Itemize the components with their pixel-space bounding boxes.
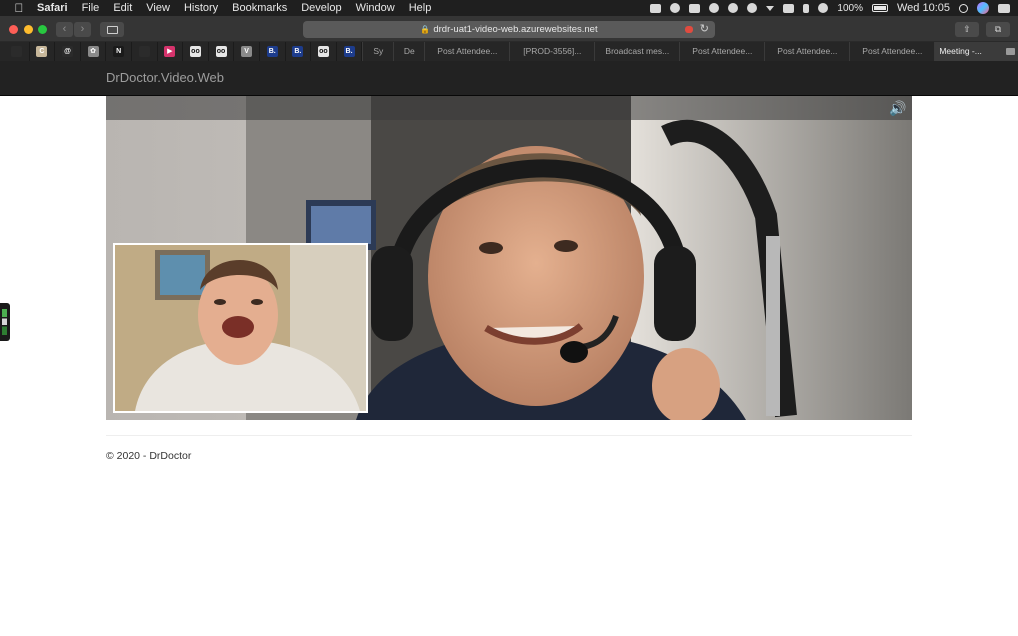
address-bar-url: drdr-uat1-video-web.azurewebsites.net [433,24,598,35]
tab[interactable]: Broadcast mes... [594,42,679,61]
volume-icon[interactable]: 🔊 [887,98,909,118]
menu-window[interactable]: Window [349,2,402,14]
notification-center-icon[interactable] [998,3,1010,13]
share-button[interactable]: ⇧ [955,22,979,37]
wifi-icon[interactable] [818,3,829,13]
tab-label: [PROD-3556]... [523,46,582,56]
app-status-icon[interactable] [689,3,701,13]
pinned-tab-icon: @ [61,46,73,57]
apple-menu-icon[interactable]:  [8,1,30,15]
browser-toolbar: ‹ › 🔒 drdr-uat1-video-web.azurewebsites.n… [0,16,1018,42]
menu-file[interactable]: File [75,2,107,14]
booking-icon: B. [266,46,278,57]
pinned-tab[interactable]: oo [183,42,209,61]
pinned-tabs: C @ ✿ N ▶ oo oo V B. B. oo B. [0,42,363,61]
chevron-down-icon[interactable] [766,5,775,11]
bluetooth-icon[interactable] [803,3,810,13]
pinned-tab[interactable]: N [106,42,132,61]
menu-view[interactable]: View [139,2,177,14]
tripadvisor-icon: oo [189,46,201,57]
tab-label: Post Attendee... [692,46,753,56]
pinned-tab[interactable]: oo [209,42,235,61]
booking-icon: B. [343,46,355,57]
pinned-tab[interactable]: B. [286,42,312,61]
pinned-tab-icon [138,46,150,57]
siri-icon[interactable] [977,2,989,14]
camera-in-use-icon[interactable] [685,26,693,33]
self-video-preview[interactable] [113,243,368,413]
tab-label: Post Attendee... [777,46,838,56]
pinned-tab[interactable]: B. [260,42,286,61]
tab-label: Post Attendee... [862,46,923,56]
shield-status-icon[interactable] [747,3,758,13]
tab[interactable]: [PROD-3556]... [509,42,594,61]
cloud-status-icon[interactable] [709,3,720,13]
local-participant-video [115,245,366,411]
pinned-tab[interactable]: B. [337,42,363,61]
tab[interactable]: Post Attendee... [849,42,934,61]
pinned-tab[interactable]: V [234,42,260,61]
zoom-status-icon[interactable] [670,3,681,13]
back-button[interactable]: ‹ [56,22,73,37]
spotlight-search-icon[interactable] [959,3,968,13]
pinned-tab[interactable]: ✿ [81,42,107,61]
camera-status-icon[interactable] [650,3,662,13]
tab-label: Post Attendee... [437,46,498,56]
site-footer: © 2020 - DrDoctor [106,450,192,462]
tripadvisor-status-icon[interactable] [728,3,739,13]
open-tabs: Sy De Post Attendee... [PROD-3556]... Broadc… [362,42,1018,61]
menu-history[interactable]: History [177,2,225,14]
macos-menu-bar:  Safari File Edit View History Bookmark… [0,0,1018,16]
show-tabs-button[interactable]: ⧉ [986,22,1010,37]
pinned-tab[interactable] [132,42,158,61]
tab-bar: C @ ✿ N ▶ oo oo V B. B. oo B. Sy De Post Attendee... [… [0,42,1018,61]
pinned-tab-icon: C [36,46,48,57]
tripadvisor-icon: oo [317,46,329,57]
tab-label: Meeting -... [939,46,982,56]
site-brand-link[interactable]: DrDoctor.Video.Web [106,70,224,85]
tab[interactable]: De [393,42,424,61]
tab[interactable]: Post Attendee... [679,42,764,61]
pinned-tab[interactable]: oo [311,42,337,61]
menu-app-name[interactable]: Safari [30,2,75,14]
tab[interactable]: Post Attendee... [764,42,849,61]
lock-icon: 🔒 [420,25,431,34]
screen-edge-widget-icon[interactable] [0,303,10,341]
tab[interactable]: Sy [362,42,393,61]
tab-label: Broadcast mes... [605,46,670,56]
battery-icon[interactable] [871,4,888,12]
pinned-tab-icon [10,46,22,57]
sidebar-toggle-button[interactable] [100,22,124,37]
pinned-tab[interactable]: C [30,42,56,61]
pinned-tab[interactable]: ▶ [158,42,184,61]
footer-divider [106,435,912,436]
pinned-tab[interactable] [4,42,30,61]
menu-develop[interactable]: Develop [294,2,348,14]
menu-bookmarks[interactable]: Bookmarks [225,2,294,14]
address-bar[interactable]: 🔒 drdr-uat1-video-web.azurewebsites.net ↻ [303,21,715,38]
menu-edit[interactable]: Edit [106,2,139,14]
netflix-icon: N [113,46,125,57]
tab-label: De [403,46,415,56]
tab-active[interactable]: Meeting -... [934,42,1018,61]
window-close-icon[interactable] [9,25,18,34]
tripadvisor-icon: oo [215,46,227,57]
pinned-tab-icon: ✿ [87,46,99,57]
reload-icon[interactable]: ↻ [700,21,709,38]
booking-icon: B. [292,46,304,57]
window-zoom-icon[interactable] [38,25,47,34]
menu-clock[interactable]: Wed 10:05 [897,2,950,14]
menu-extras: 100% Wed 10:05 [650,2,1018,14]
forward-button[interactable]: › [74,22,91,37]
pinned-tab-icon: V [241,46,253,57]
tab[interactable]: Post Attendee... [424,42,509,61]
pinned-tab[interactable]: @ [55,42,81,61]
airplay-icon[interactable] [783,3,795,13]
site-navbar: DrDoctor.Video.Web [0,61,1018,96]
battery-percentage: 100% [837,2,863,14]
pinned-tab-icon: ▶ [164,46,176,57]
menu-help[interactable]: Help [402,2,439,14]
tab-label: Sy [373,46,384,56]
window-minimize-icon[interactable] [24,25,33,34]
